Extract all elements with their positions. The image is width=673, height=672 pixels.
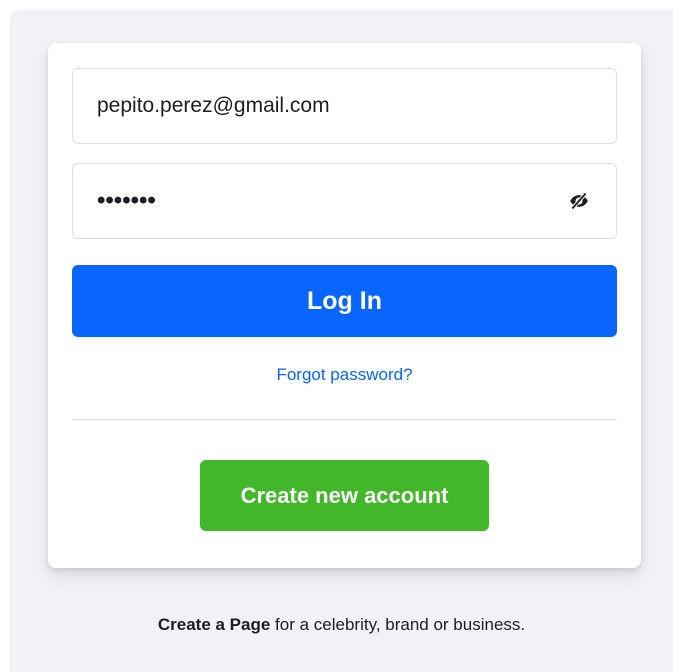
create-page-note-text: for a celebrity, brand or business.: [270, 615, 526, 634]
login-button[interactable]: Log In: [72, 265, 617, 337]
login-card: Log In Forgot password? Create new accou…: [48, 43, 641, 568]
email-field-container[interactable]: [72, 68, 617, 144]
divider: [72, 419, 617, 420]
create-page-note: Create a Page for a celebrity, brand or …: [10, 615, 673, 635]
create-new-account-button[interactable]: Create new account: [200, 460, 489, 531]
forgot-password-link[interactable]: Forgot password?: [48, 365, 641, 385]
email-input[interactable]: [97, 94, 592, 118]
password-input[interactable]: [97, 187, 566, 215]
create-page-link[interactable]: Create a Page: [158, 615, 270, 634]
password-field-container[interactable]: [72, 163, 617, 239]
eye-slash-icon[interactable]: [566, 188, 592, 214]
